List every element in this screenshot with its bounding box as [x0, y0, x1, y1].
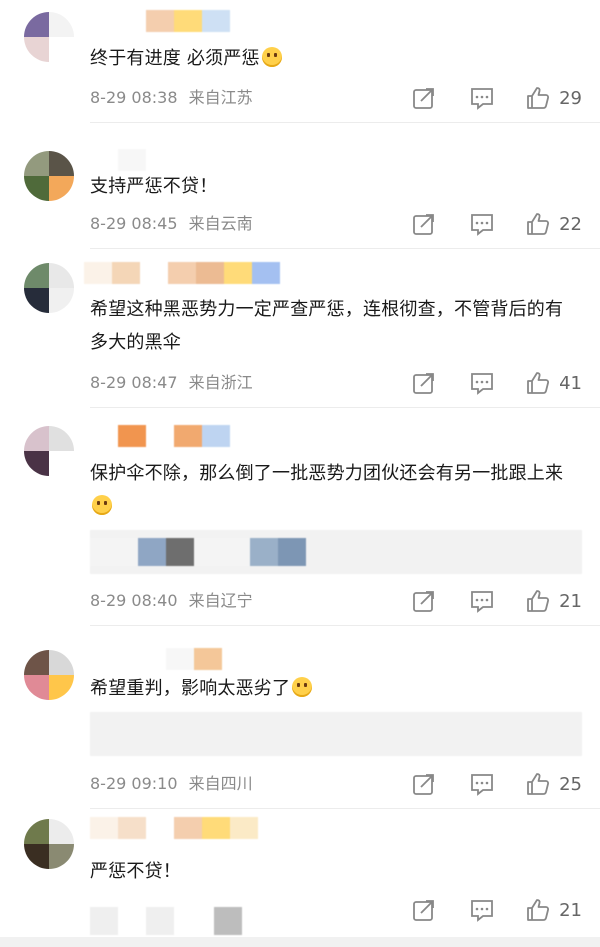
comment-date: 8-29 08:40 [90, 591, 178, 610]
username-blurred[interactable] [90, 149, 146, 171]
angry-emoji-icon [261, 47, 282, 67]
like-count: 25 [559, 773, 582, 795]
comment-actions: 25 [411, 771, 582, 797]
smile-emoji-icon [292, 677, 313, 697]
avatar[interactable] [24, 426, 74, 476]
avatar[interactable] [24, 263, 74, 313]
comment-text: 支持严惩不贷！ [90, 176, 218, 197]
comment-location: 来自四川 [188, 774, 253, 793]
share-icon[interactable] [411, 588, 437, 614]
quoted-reply-blurred[interactable] [90, 530, 582, 574]
thumbs-up-icon[interactable] [525, 85, 551, 111]
share-icon[interactable] [411, 897, 437, 923]
comment-meta: 8-29 09:10 来自四川 [90, 773, 253, 795]
comment-actions: 21 [411, 897, 582, 923]
avatar[interactable] [24, 151, 74, 201]
divider [90, 122, 600, 123]
reply-icon[interactable] [469, 85, 495, 111]
username-blurred[interactable] [90, 425, 230, 447]
reply-icon[interactable] [469, 211, 495, 237]
username-blurred[interactable] [118, 10, 230, 32]
reply-icon[interactable] [469, 897, 495, 923]
comment-meta: 8-29 08:38 来自江苏 [90, 87, 253, 109]
divider [90, 407, 600, 408]
thumbs-up-icon[interactable] [525, 897, 551, 923]
divider [90, 625, 600, 626]
like-count: 21 [559, 590, 582, 612]
comment-actions: 21 [411, 588, 582, 614]
like-count: 21 [559, 899, 582, 921]
bottom-edge [0, 937, 600, 947]
share-icon[interactable] [411, 211, 437, 237]
avatar[interactable] [24, 819, 74, 869]
thumbs-up-icon[interactable] [525, 370, 551, 396]
reply-icon[interactable] [469, 771, 495, 797]
thumbs-up-icon[interactable] [525, 211, 551, 237]
comment-location: 来自辽宁 [188, 591, 253, 610]
comment-date: 8-29 09:10 [90, 774, 178, 793]
comment-actions: 41 [411, 370, 582, 396]
comment-date: 8-29 08:38 [90, 88, 178, 107]
comment-text: 希望重判，影响太恶劣了 [90, 672, 578, 705]
avatar[interactable] [24, 12, 74, 62]
reply-icon[interactable] [469, 588, 495, 614]
comment-date: 8-29 08:45 [90, 214, 178, 233]
comment-location: 来自江苏 [188, 88, 253, 107]
like-count: 22 [559, 213, 582, 235]
comment-actions: 29 [411, 85, 582, 111]
comment-meta: 8-29 08:47 来自浙江 [90, 372, 253, 394]
share-icon[interactable] [411, 771, 437, 797]
divider [90, 808, 600, 809]
thumbs-up-icon[interactable] [525, 588, 551, 614]
share-icon[interactable] [411, 85, 437, 111]
comment-meta: 8-29 08:40 来自辽宁 [90, 590, 253, 612]
comment-location: 来自云南 [188, 214, 253, 233]
comment-date: 8-29 08:47 [90, 373, 178, 392]
comment-text: 终于有进度 必须严惩 [90, 42, 578, 75]
thinking-emoji-icon [92, 495, 112, 515]
comment-text: 严惩不贷！ [90, 861, 181, 882]
comment-text: 保护伞不除，那么倒了一批恶势力团伙还会有另一批跟上来 [90, 457, 578, 523]
like-count: 29 [559, 87, 582, 109]
username-blurred[interactable] [110, 648, 222, 670]
avatar[interactable] [24, 650, 74, 700]
share-icon[interactable] [411, 370, 437, 396]
comment-text: 希望这种黑恶势力一定严查严惩，连根彻查，不管背后的有多大的黑伞 [90, 299, 564, 353]
comment-actions: 22 [411, 211, 582, 237]
username-blurred[interactable] [90, 817, 258, 839]
comment-location: 来自浙江 [188, 373, 253, 392]
thumbs-up-icon[interactable] [525, 771, 551, 797]
quoted-reply-blurred[interactable] [90, 712, 582, 756]
like-count: 41 [559, 372, 582, 394]
comment-meta: 8-29 08:45 来自云南 [90, 213, 253, 235]
divider [90, 248, 600, 249]
username-blurred[interactable] [84, 262, 280, 284]
reply-icon[interactable] [469, 370, 495, 396]
